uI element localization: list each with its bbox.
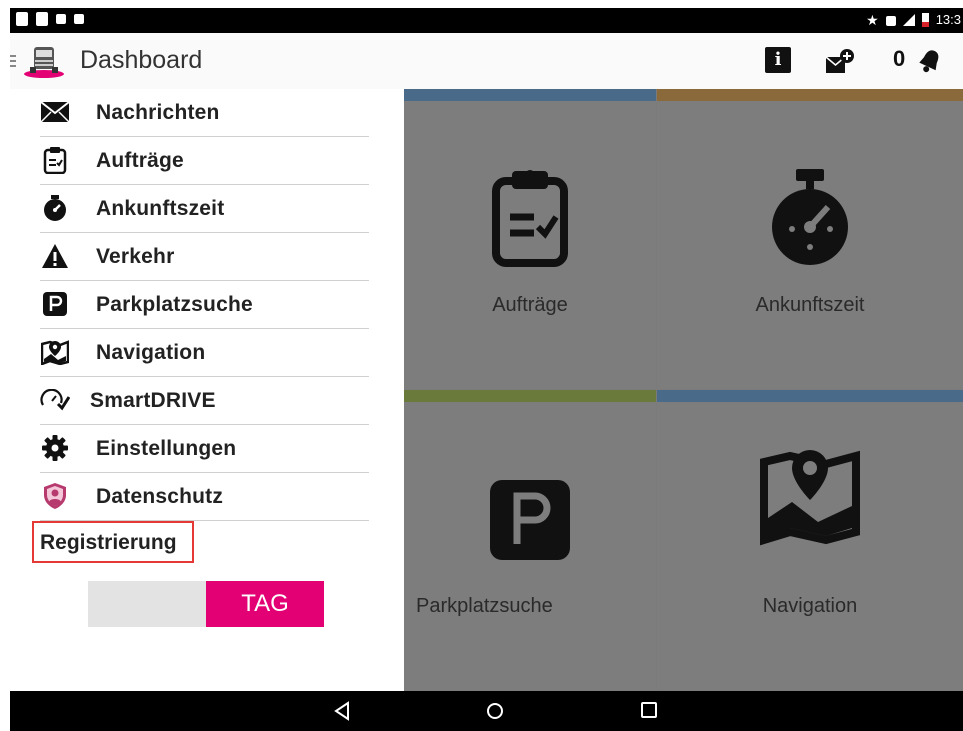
wifi-icon bbox=[36, 12, 48, 26]
stopwatch-icon bbox=[768, 167, 852, 272]
stopwatch-icon bbox=[40, 194, 70, 222]
warning-icon bbox=[40, 242, 70, 270]
menu-item-label: Navigation bbox=[96, 341, 206, 364]
new-message-icon[interactable] bbox=[825, 49, 855, 80]
signal-icon bbox=[902, 13, 915, 26]
tile-accent-bar bbox=[657, 89, 963, 101]
app-logo-icon[interactable] bbox=[22, 43, 66, 79]
tile-label: Navigation bbox=[762, 595, 858, 617]
toggle-inactive-segment[interactable] bbox=[88, 581, 206, 627]
tile-auftraege[interactable]: Aufträge bbox=[404, 89, 656, 389]
menu-item-label: SmartDRIVE bbox=[90, 389, 216, 412]
tile-parkplatzsuche[interactable]: Parkplatzsuche bbox=[404, 390, 656, 690]
menu-item-ankunftszeit[interactable]: Ankunftszeit bbox=[40, 185, 369, 233]
menu-item-label: Parkplatzsuche bbox=[96, 293, 253, 316]
dashboard-grid: Aufträge Ankunftszeit Parkplatzsuche Nav… bbox=[404, 89, 963, 691]
menu-item-label: Einstellungen bbox=[96, 437, 237, 460]
vibrate-icon bbox=[885, 15, 896, 26]
menu-item-auftraege[interactable]: Aufträge bbox=[40, 137, 369, 185]
registration-button[interactable]: Registrierung bbox=[32, 521, 194, 563]
tile-ankunftszeit[interactable]: Ankunftszeit bbox=[657, 89, 963, 389]
info-button[interactable]: i bbox=[765, 47, 791, 73]
tile-label: Ankunftszeit bbox=[755, 294, 865, 316]
clock: 13:3 bbox=[935, 12, 961, 27]
menu-item-label: Aufträge bbox=[96, 149, 184, 172]
envelope-icon bbox=[40, 98, 70, 126]
menu-item-einstellungen[interactable]: Einstellungen bbox=[40, 425, 369, 473]
tile-navigation[interactable]: Navigation bbox=[657, 390, 963, 690]
tile-accent-bar bbox=[404, 390, 656, 402]
menu-item-verkehr[interactable]: Verkehr bbox=[40, 233, 369, 281]
shopping-bag-icon bbox=[74, 14, 84, 24]
bell-icon[interactable] bbox=[916, 47, 944, 80]
day-night-toggle[interactable]: TAG bbox=[88, 581, 324, 627]
clipboard-check-icon bbox=[490, 167, 570, 272]
registration-label: Registrierung bbox=[40, 531, 177, 554]
app-screen: ★ 13:3 Dashboard i 0 Nachrichten Aufträg… bbox=[10, 8, 963, 731]
parking-icon bbox=[40, 290, 70, 318]
home-icon[interactable] bbox=[485, 701, 505, 726]
menu-item-label: Verkehr bbox=[96, 245, 175, 268]
speedometer-check-icon bbox=[40, 386, 70, 414]
parking-icon bbox=[490, 480, 570, 565]
menu-item-label: Datenschutz bbox=[96, 485, 224, 508]
gear-icon bbox=[40, 434, 70, 462]
action-bar: Dashboard i 0 bbox=[10, 33, 963, 90]
menu-item-label: Nachrichten bbox=[96, 101, 220, 124]
notification-icon bbox=[16, 12, 28, 26]
privacy-shield-icon bbox=[40, 482, 70, 510]
menu-item-parkplatzsuche[interactable]: Parkplatzsuche bbox=[40, 281, 369, 329]
map-pin-icon bbox=[760, 448, 860, 553]
notification-count: 0 bbox=[893, 46, 906, 71]
map-pin-icon bbox=[40, 338, 70, 366]
menu-item-navigation[interactable]: Navigation bbox=[40, 329, 369, 377]
toggle-active-segment[interactable]: TAG bbox=[206, 581, 324, 627]
star-icon: ★ bbox=[866, 11, 879, 28]
system-nav-bar bbox=[10, 691, 963, 731]
tile-accent-bar bbox=[404, 89, 656, 101]
status-bar: ★ 13:3 bbox=[10, 8, 963, 33]
menu-item-label: Ankunftszeit bbox=[96, 197, 225, 220]
page-title: Dashboard bbox=[80, 46, 203, 74]
back-icon[interactable] bbox=[333, 701, 351, 726]
tile-label: Aufträge bbox=[492, 294, 568, 316]
battery-icon bbox=[921, 12, 929, 27]
menu-item-datenschutz[interactable]: Datenschutz bbox=[40, 473, 369, 521]
tile-label: Parkplatzsuche bbox=[416, 595, 553, 617]
image-icon bbox=[56, 14, 66, 24]
drawer-toggle-icon[interactable] bbox=[10, 55, 16, 70]
menu-item-nachrichten[interactable]: Nachrichten bbox=[40, 89, 369, 137]
tile-accent-bar bbox=[657, 390, 963, 402]
navigation-drawer: Nachrichten Aufträge Ankunftszeit Verkeh… bbox=[10, 89, 404, 691]
recents-icon[interactable] bbox=[640, 701, 658, 724]
menu-item-smartdrive[interactable]: SmartDRIVE bbox=[40, 377, 369, 425]
clipboard-check-icon bbox=[40, 146, 70, 174]
